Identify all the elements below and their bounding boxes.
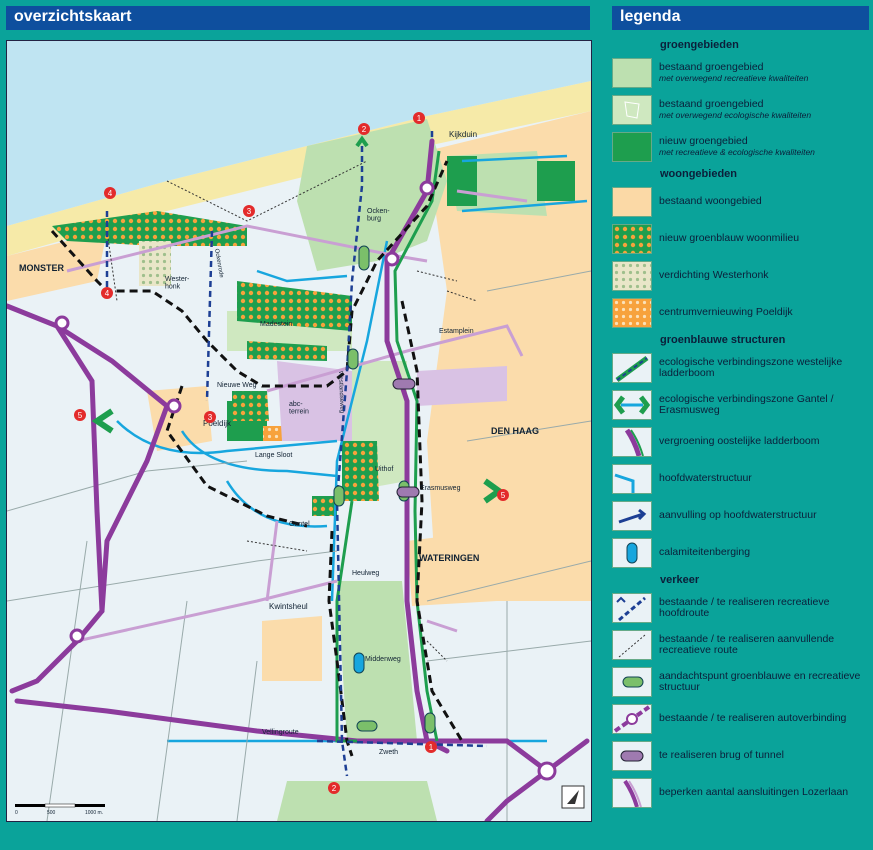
legend-item-rec-route: bestaande / te realiseren aanvullende re… xyxy=(612,626,870,663)
legend-section-groen: groengebieden xyxy=(660,39,739,51)
poeldijk-centre xyxy=(263,426,283,441)
overview-map[interactable]: Kijkduin Ocken-burg MONSTER Wester-honk … xyxy=(6,40,592,822)
legend-header: legenda xyxy=(612,6,869,30)
svg-text:1: 1 xyxy=(417,114,422,123)
marker-2a[interactable]: 2 xyxy=(358,123,370,135)
legend-section-woon: woongebieden xyxy=(660,168,737,180)
legend-item-aandachtspunt: aandachtspunt groenblauwe en recreatieve… xyxy=(612,663,870,700)
road-west-ring xyxy=(9,323,105,694)
label-wateringen: WATERINGEN xyxy=(419,553,479,563)
label-ockenrode: Ockenrode xyxy=(213,248,224,279)
legend-item-oost-ladderboom: vergroening oostelijke ladderboom xyxy=(612,423,870,460)
marker-3b[interactable]: 3 xyxy=(204,411,216,423)
road-vellingroute xyxy=(14,698,590,775)
legend-item-westerhonk: verdichting Westerhonk xyxy=(612,257,870,294)
label-middenweg: Middenweg xyxy=(365,656,401,663)
label-uithof: Uithof xyxy=(375,466,393,473)
north-arrow-icon xyxy=(561,785,585,809)
legend-item-green-new: nieuw groengebied met recreatieve & ecolo… xyxy=(612,128,870,165)
legend-item-calamiteit: calamiteitenberging xyxy=(612,534,870,571)
svg-text:1: 1 xyxy=(429,743,434,752)
svg-text:4: 4 xyxy=(108,189,113,198)
marker-5a[interactable]: 5 xyxy=(74,409,86,421)
legend-item-water-add: aanvulling op hoofdwaterstructuur xyxy=(612,497,870,534)
woonmilieu-6 xyxy=(312,496,337,516)
legend-section-verkeer: verkeer xyxy=(660,574,700,586)
svg-text:2: 2 xyxy=(362,125,367,134)
legend-item-eco-gantel: ecologische verbindingszone Gantel / Era… xyxy=(612,386,870,423)
label-nieuwe-weg: Nieuwe Weg xyxy=(217,382,257,389)
svg-text:2: 2 xyxy=(332,784,337,793)
legend-item-autoverbinding: bestaande / te realiseren autoverbinding xyxy=(612,700,870,737)
legend-item-residential: bestaand woongebied xyxy=(612,183,870,220)
label-kijkduin: Kijkduin xyxy=(449,130,477,139)
legend-item-lozerlaan: beperken aantal aansluitingen Lozerlaan xyxy=(612,774,870,811)
label-monster: MONSTER xyxy=(19,263,65,273)
label-madestein: Madestein xyxy=(260,321,292,328)
label-westerhonk: Wester-honk xyxy=(165,276,190,291)
woonmilieu-5 xyxy=(342,441,379,501)
marker-4b[interactable]: 4 xyxy=(101,287,113,299)
label-heulweg: Heulweg xyxy=(352,570,379,577)
svg-text:4: 4 xyxy=(105,289,110,298)
map-header: overzichtskaart xyxy=(6,6,590,30)
road-monster-poeldijk xyxy=(7,303,170,409)
marker-1b[interactable]: 1 xyxy=(425,741,437,753)
water-8 xyxy=(256,269,348,283)
residential-kwintsheul xyxy=(262,616,322,681)
label-den-haag: DEN HAAG xyxy=(491,426,539,436)
label-gantel: Gantel xyxy=(289,521,310,528)
green-south xyxy=(277,781,437,821)
label-kwintsheul: Kwintsheul xyxy=(269,602,308,611)
marker-2b[interactable]: 2 xyxy=(328,782,340,794)
label-erasmusweg: Erasmusweg xyxy=(420,485,461,492)
business-2 xyxy=(417,366,507,406)
label-lange-sloot: Lange Sloot xyxy=(255,452,292,459)
label-vellingroute: Vellingroute xyxy=(262,729,299,736)
legend-item-eco-west: ecologische verbindingszone westelijke l… xyxy=(612,349,870,386)
woonmilieu-4 xyxy=(232,391,269,421)
scale-bar: 0 500 1000 m. xyxy=(15,803,105,816)
legend-panel: groengebieden bestaand groengebied met ov… xyxy=(612,36,870,811)
legend-item-green-ecological: bestaand groengebied met overwegend ecolo… xyxy=(612,91,870,128)
legend-item-brug-tunnel: te realiseren brug of tunnel xyxy=(612,737,870,774)
svg-text:500: 500 xyxy=(47,810,56,816)
legend-item-green-recreative: bestaand groengebied met overwegend recre… xyxy=(612,54,870,91)
label-estamplein: Estamplein xyxy=(439,328,474,335)
svg-text:0: 0 xyxy=(15,810,18,816)
legend-item-groenblauw-woon: nieuw groenblauw woonmilieu xyxy=(612,220,870,257)
svg-text:1000 m.: 1000 m. xyxy=(85,810,103,816)
label-zweth: Zweth xyxy=(379,749,398,756)
svg-text:5: 5 xyxy=(501,491,506,500)
marker-1a[interactable]: 1 xyxy=(413,112,425,124)
svg-text:3: 3 xyxy=(247,207,252,216)
new-green-2 xyxy=(537,161,575,201)
marker-3a[interactable]: 3 xyxy=(243,205,255,217)
legend-item-water: hoofdwaterstructuur xyxy=(612,460,870,497)
legend-section-structuren: groenblauwe structuren xyxy=(660,334,786,346)
legend-item-poeldijk: centrumvernieuwing Poeldijk xyxy=(612,294,870,331)
road-south-east xyxy=(484,768,550,821)
svg-text:5: 5 xyxy=(78,411,83,420)
svg-text:3: 3 xyxy=(208,413,213,422)
marker-4a[interactable]: 4 xyxy=(104,187,116,199)
marker-5b[interactable]: 5 xyxy=(497,489,509,501)
legend-item-rec-hoofdroute: bestaande / te realiseren recreatieve ho… xyxy=(612,589,870,626)
new-green-1 xyxy=(447,156,477,206)
